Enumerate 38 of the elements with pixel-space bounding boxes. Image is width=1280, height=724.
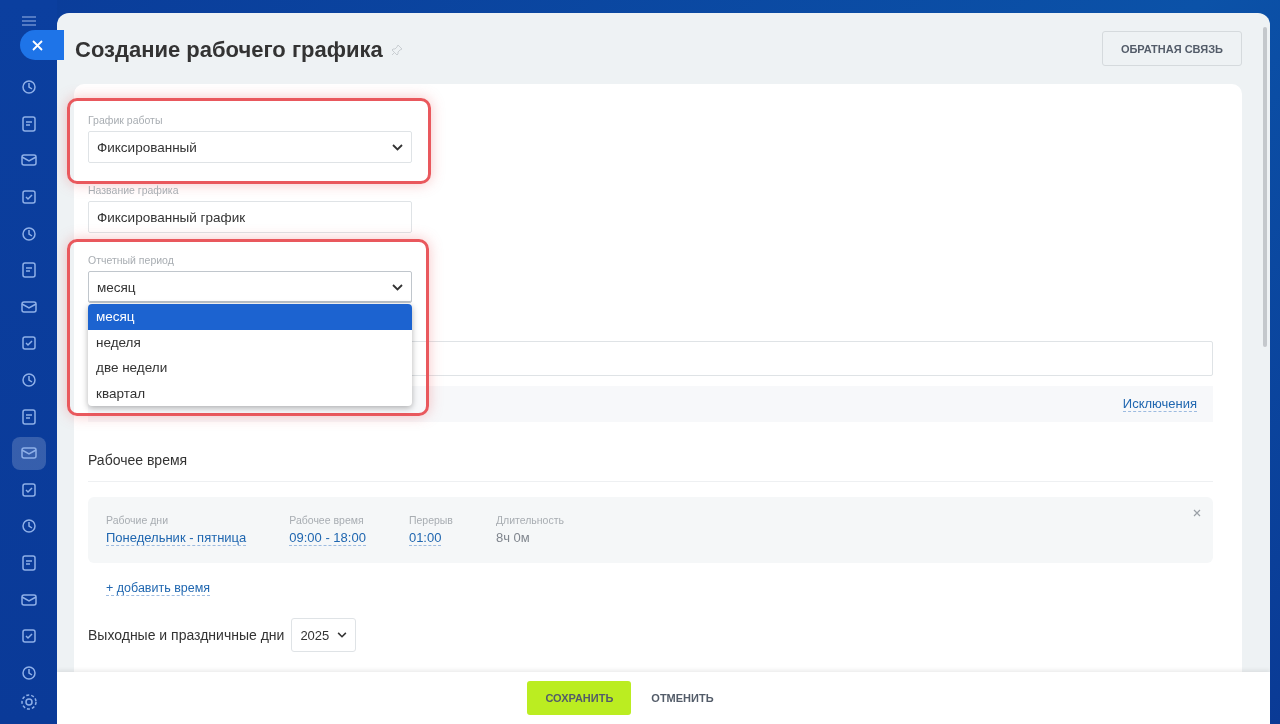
year-select[interactable]: 2025	[291, 618, 357, 652]
schedule-name-field[interactable]: Фиксированный график	[88, 201, 412, 233]
sidebar-item[interactable]	[11, 436, 46, 470]
chevron-down-icon	[392, 283, 403, 291]
menu-icon[interactable]	[21, 16, 36, 26]
field-label: Название графика	[88, 184, 180, 196]
dropdown-option[interactable]: квартал	[88, 380, 412, 406]
feedback-button[interactable]: ОБРАТНАЯ СВЯЗЬ	[1101, 31, 1242, 66]
time-link[interactable]: Понедельник - пятница	[106, 530, 247, 546]
close-button[interactable]	[20, 30, 64, 60]
chevron-down-icon	[392, 143, 403, 151]
settings-icon[interactable]	[19, 693, 38, 711]
field-label: График работы	[88, 114, 164, 126]
add-time-link[interactable]: + добавить время	[106, 581, 211, 596]
section-title: Выходные и праздничные дни	[88, 627, 285, 643]
checkbox-icon	[19, 334, 38, 353]
time-link[interactable]: 01:00	[408, 530, 442, 546]
close-icon[interactable]	[1193, 509, 1201, 517]
chevron-down-icon	[337, 632, 348, 638]
column-label: Рабочее время	[289, 514, 364, 526]
save-button[interactable]: СОХРАНИТЬ	[527, 681, 632, 715]
dropdown-option[interactable]: месяц	[88, 304, 412, 330]
field-label: Отчетный период	[88, 254, 175, 266]
cancel-button[interactable]: ОТМЕНИТЬ	[645, 691, 720, 705]
dropdown-option[interactable]: две недели	[88, 355, 412, 381]
exceptions-link[interactable]: Исключения	[1122, 396, 1197, 412]
scrollbar[interactable]	[1263, 27, 1267, 347]
report-period-select[interactable]: месяц	[88, 271, 412, 303]
schedule-type-select[interactable]: Фиксированный	[88, 131, 412, 163]
duration-value: 8ч 0м	[495, 530, 530, 545]
dropdown-option[interactable]: неделя	[88, 329, 412, 355]
column-label: Длительность	[495, 514, 564, 526]
section-title: Рабочее время	[88, 452, 189, 468]
time-link[interactable]: 09:00 - 18:00	[289, 530, 366, 546]
close-icon	[32, 39, 43, 51]
column-label: Перерыв	[408, 514, 453, 526]
column-label: Рабочие дни	[106, 514, 168, 526]
page-title: Создание рабочего графика	[75, 37, 383, 63]
